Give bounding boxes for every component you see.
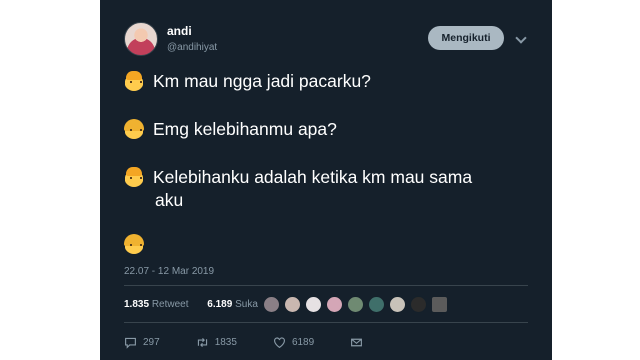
retweet-stat-count: 1.835 [124, 299, 150, 310]
tweet-line: Kelebihanku adalah ketika km mau sama [124, 165, 472, 189]
avatar[interactable] [347, 296, 364, 313]
retweet-icon [197, 337, 207, 347]
tweet-line-text: aku [155, 190, 184, 210]
retweet-button[interactable]: 1835 [196, 336, 237, 349]
avatar[interactable] [410, 296, 427, 313]
tweet-card: andi @andihiyat Mengikuti Km mau ngga ja… [100, 0, 552, 360]
boy-emoji-icon [124, 167, 144, 187]
divider [124, 285, 528, 286]
girl-emoji-icon [124, 119, 144, 139]
avatar[interactable] [305, 296, 322, 313]
tweet-line: Km mau ngga jadi pacarku? [124, 69, 371, 93]
avatar[interactable] [284, 296, 301, 313]
liker-avatars [263, 296, 448, 313]
follow-button[interactable]: Mengikuti [428, 26, 504, 50]
avatar[interactable] [389, 296, 406, 313]
retweet-count: 1835 [214, 336, 237, 348]
like-button[interactable]: 6189 [273, 336, 314, 349]
tweet-line: Emg kelebihanmu apa? [124, 117, 337, 141]
tweet-line-text: Kelebihanku adalah ketika km mau sama [153, 167, 473, 187]
chevron-down-icon[interactable] [515, 32, 527, 44]
tweet-line [124, 232, 153, 256]
author-avatar[interactable] [124, 22, 158, 56]
reply-count: 297 [143, 336, 160, 348]
retweet-stat[interactable]: 1.835 Retweet [124, 299, 197, 310]
comment-icon [125, 337, 136, 349]
mail-icon [351, 338, 363, 346]
author-name[interactable]: andi [167, 24, 192, 38]
tweet-header: andi @andihiyat Mengikuti [100, 0, 552, 70]
like-count: 6189 [291, 336, 315, 348]
like-stat-label: Suka [235, 299, 258, 310]
heart-icon [273, 336, 285, 348]
divider [124, 322, 528, 323]
avatar[interactable] [263, 296, 280, 313]
tweet-line-text: Km mau ngga jadi pacarku? [153, 71, 371, 91]
like-stat[interactable]: 6.189 Suka [207, 299, 266, 310]
tweet-line-text: Emg kelebihanmu apa? [153, 119, 337, 139]
tweet-actions: 297 1835 6189 [124, 334, 405, 350]
avatar[interactable] [326, 296, 343, 313]
author-handle[interactable]: @andihiyat [167, 42, 217, 53]
avatar[interactable] [368, 296, 385, 313]
reply-button[interactable]: 297 [124, 336, 160, 349]
tweet-timestamp[interactable]: 22.07 - 12 Mar 2019 [124, 266, 214, 277]
girl-emoji-icon [124, 234, 144, 254]
dm-button[interactable] [350, 336, 369, 349]
avatar[interactable] [431, 296, 448, 313]
like-stat-count: 6.189 [207, 299, 233, 310]
tweet-stats: 1.835 Retweet 6.189 Suka [124, 299, 274, 310]
retweet-stat-label: Retweet [151, 299, 189, 310]
boy-emoji-icon [124, 71, 144, 91]
